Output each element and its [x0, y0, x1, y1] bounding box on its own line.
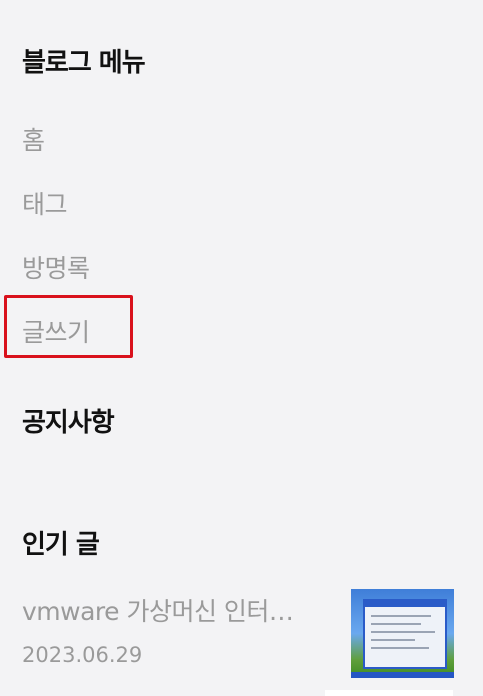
menu-item-home[interactable]: 홈	[22, 121, 45, 157]
thumbnail-window	[363, 599, 447, 669]
thumbnail-text-line	[371, 639, 415, 641]
popular-post-date: 2023.06.29	[22, 643, 143, 667]
notice-title: 공지사항	[22, 408, 115, 438]
highlight-box	[4, 295, 133, 358]
next-thumbnail-edge	[325, 690, 453, 696]
blog-menu-title: 블로그 메뉴	[22, 48, 146, 78]
thumbnail-text-line	[371, 623, 421, 625]
thumbnail-taskbar	[351, 672, 454, 678]
popular-post-title[interactable]: vmware 가상머신 인터…	[22, 592, 322, 628]
thumbnail-text-line	[371, 647, 429, 649]
thumbnail-text-line	[371, 631, 435, 633]
thumbnail-text-line	[371, 615, 431, 617]
popular-posts-title: 인기 글	[22, 530, 100, 560]
thumbnail-window-titlebar	[365, 601, 445, 607]
menu-item-guestbook[interactable]: 방명록	[22, 249, 90, 285]
menu-item-tag[interactable]: 태그	[22, 185, 68, 221]
popular-post-thumbnail[interactable]	[351, 589, 454, 678]
